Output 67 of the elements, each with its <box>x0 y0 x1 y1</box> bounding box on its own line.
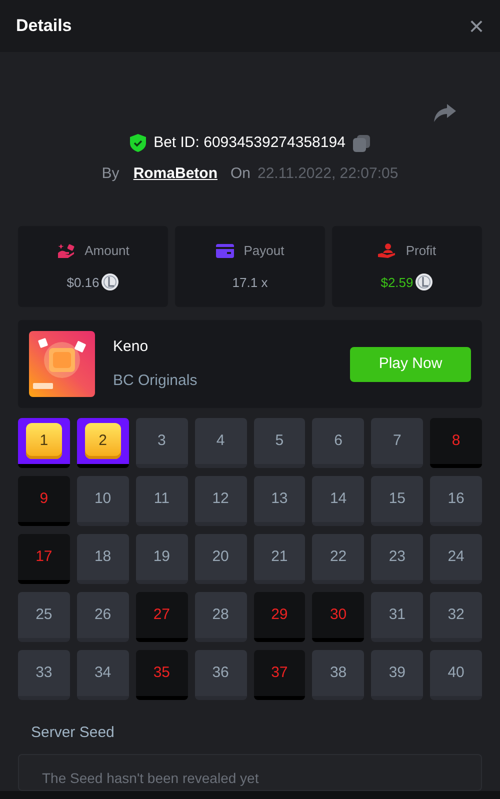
stat-value: $0.16 <box>66 274 100 292</box>
stat-label: Amount <box>84 242 130 260</box>
keno-tile[interactable]: 1 <box>18 418 70 468</box>
hand-person-icon <box>378 242 396 259</box>
keno-tile[interactable]: 37 <box>254 650 306 700</box>
keno-tile[interactable]: 35 <box>136 650 188 700</box>
keno-tile[interactable]: 12 <box>194 476 246 526</box>
bet-date: 22.11.2022, 22:07:05 <box>258 164 398 184</box>
bet-id: Bet ID: 60934539274358194 <box>154 133 346 153</box>
share-icon[interactable] <box>434 104 456 122</box>
keno-tile[interactable]: 19 <box>136 534 188 584</box>
keno-tile[interactable]: 25 <box>18 592 70 642</box>
keno-tile[interactable]: 31 <box>371 592 424 642</box>
keno-tile[interactable]: 11 <box>136 476 188 526</box>
hand-coins-icon <box>56 242 75 259</box>
keno-tile[interactable]: 9 <box>18 476 70 526</box>
tile-number: 1 <box>40 430 48 451</box>
keno-tile[interactable]: 32 <box>430 592 482 642</box>
keno-tile[interactable]: 4 <box>194 418 246 468</box>
dialog-title: Details <box>16 15 72 38</box>
keno-tile[interactable]: 23 <box>371 534 424 584</box>
keno-tile[interactable]: 14 <box>312 476 364 526</box>
keno-tile[interactable]: 16 <box>430 476 482 526</box>
keno-tile[interactable]: 29 <box>254 592 306 642</box>
keno-tile[interactable]: 39 <box>371 650 424 700</box>
user-link[interactable]: RomaBeton <box>133 162 218 185</box>
stat-label: Payout <box>244 242 284 260</box>
seed-text: The Seed hasn't been revealed yet <box>42 770 259 786</box>
game-name: Keno <box>113 336 150 356</box>
keno-tile[interactable]: 10 <box>76 476 129 526</box>
stat-value: $2.59 <box>380 274 414 292</box>
on-label: On <box>230 164 250 184</box>
keno-tile[interactable]: 8 <box>430 418 482 468</box>
coin-icon <box>415 273 434 292</box>
keno-tile[interactable]: 24 <box>430 534 482 584</box>
stat-label: Profit <box>406 242 436 260</box>
close-button[interactable]: × <box>468 13 484 39</box>
wallet-icon <box>216 244 234 258</box>
game-provider: BC Originals <box>113 371 198 391</box>
keno-tile[interactable]: 34 <box>76 650 129 700</box>
stat-value: 17.1 x <box>232 274 268 292</box>
copy-icon[interactable] <box>353 134 370 152</box>
keno-tile[interactable]: 22 <box>312 534 364 584</box>
server-seed-label: Server Seed <box>31 723 116 743</box>
keno-tile[interactable]: 33 <box>18 650 70 700</box>
keno-tile[interactable]: 21 <box>254 534 306 584</box>
keno-tile[interactable]: 13 <box>254 476 306 526</box>
keno-tile[interactable]: 20 <box>194 534 246 584</box>
keno-tile[interactable]: 38 <box>312 650 364 700</box>
tile-number: 2 <box>98 430 107 451</box>
keno-tile[interactable]: 40 <box>430 650 482 700</box>
keno-tile[interactable]: 28 <box>194 592 246 642</box>
keno-tile[interactable]: 5 <box>254 418 306 468</box>
by-label: By <box>102 164 120 184</box>
keno-tile[interactable]: 18 <box>76 534 129 584</box>
keno-tile[interactable]: 17 <box>18 534 70 584</box>
keno-tile[interactable]: 26 <box>76 592 129 642</box>
keno-tile[interactable]: 7 <box>371 418 424 468</box>
keno-tile[interactable]: 15 <box>371 476 424 526</box>
keno-tile[interactable]: 27 <box>136 592 188 642</box>
keno-tile[interactable]: 6 <box>312 418 364 468</box>
keno-tile[interactable]: 30 <box>312 592 364 642</box>
keno-tile[interactable]: 2 <box>76 418 129 468</box>
keno-tile[interactable]: 3 <box>136 418 188 468</box>
coin-icon <box>101 273 120 292</box>
shield-check-icon <box>130 134 146 152</box>
keno-tile[interactable]: 36 <box>194 650 246 700</box>
